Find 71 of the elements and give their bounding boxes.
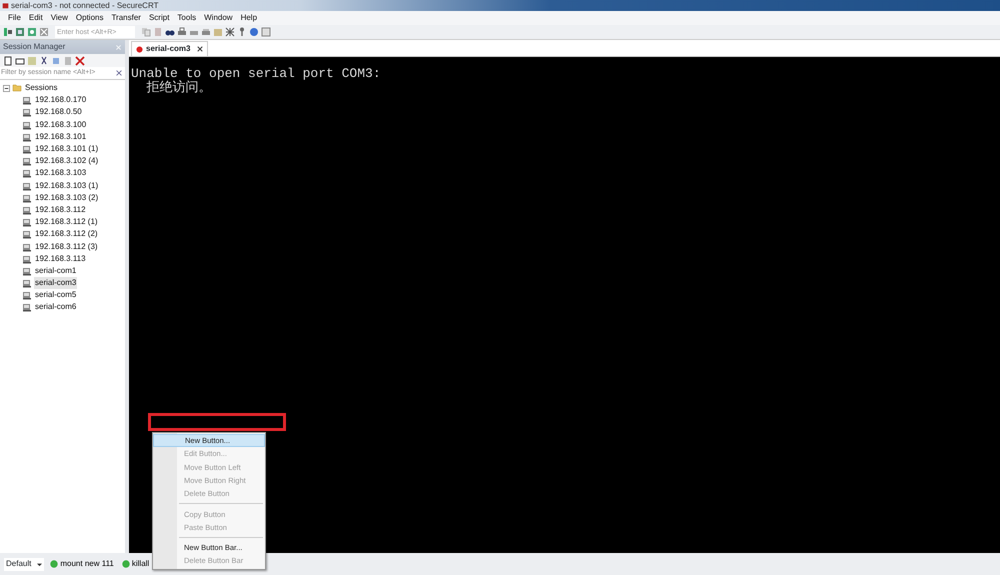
key-icon[interactable] bbox=[237, 27, 247, 37]
tree-item[interactable]: serial-com5 bbox=[34, 289, 78, 302]
terminal-icon bbox=[22, 302, 32, 312]
terminal-icon bbox=[22, 132, 32, 142]
terminal-icon bbox=[22, 204, 32, 215]
terminal-icon bbox=[22, 180, 32, 191]
help-icon[interactable] bbox=[249, 27, 259, 37]
tree-item[interactable]: 192.168.0.170 bbox=[34, 94, 88, 106]
tree-item[interactable]: 192.168.3.103 bbox=[34, 167, 88, 180]
clear-icon[interactable] bbox=[116, 70, 122, 76]
terminal-icon bbox=[22, 107, 32, 118]
tree-item[interactable]: 192.168.3.112 bbox=[34, 204, 87, 216]
tree-item[interactable]: 192.168.3.103 (2) bbox=[34, 192, 100, 204]
menu-item[interactable]: Tools bbox=[173, 12, 200, 24]
window-title: serial-com3 - not connected - SecureCRT bbox=[11, 2, 158, 10]
status-dot-icon bbox=[122, 560, 130, 568]
terminal-icon bbox=[22, 266, 32, 276]
tree-item[interactable]: 192.168.3.100 bbox=[34, 118, 88, 131]
tree-item[interactable]: serial-com3 bbox=[34, 277, 78, 290]
tree-item[interactable]: 192.168.3.101 bbox=[34, 130, 88, 143]
status-icon bbox=[136, 46, 143, 52]
terminal-icon bbox=[22, 254, 32, 264]
terminal-icon bbox=[22, 168, 32, 178]
terminal-line: 拒绝访问。 bbox=[146, 81, 213, 95]
terminal-icon bbox=[22, 144, 32, 154]
terminal-icon bbox=[22, 156, 32, 166]
menu-item[interactable]: Window bbox=[200, 12, 237, 24]
tree-item[interactable]: 192.168.3.112 (1) bbox=[34, 216, 99, 228]
tree-item[interactable]: 192.168.3.113 bbox=[34, 252, 87, 265]
expander-icon[interactable] bbox=[3, 84, 10, 92]
tree-item[interactable]: 192.168.3.103 (1) bbox=[34, 180, 100, 192]
menu-item[interactable]: View bbox=[46, 12, 72, 24]
terminal-icon bbox=[22, 242, 32, 252]
tree-item[interactable]: 192.168.3.112 (2) bbox=[34, 228, 99, 240]
button-bar-selector[interactable]: Default bbox=[4, 558, 44, 570]
caret-icon bbox=[37, 562, 42, 566]
grid-icon[interactable] bbox=[225, 27, 235, 37]
terminal-icon bbox=[22, 217, 32, 228]
tree-item[interactable]: serial-com1 bbox=[34, 264, 78, 277]
tab[interactable]: serial-com3 bbox=[131, 41, 208, 56]
tree-item[interactable]: Sessions bbox=[24, 82, 58, 94]
terminal-icon bbox=[22, 192, 32, 203]
tree-item[interactable]: serial-com6 bbox=[34, 301, 78, 314]
print-icon[interactable] bbox=[177, 27, 187, 37]
bar-button[interactable]: killall bbox=[120, 558, 152, 570]
tree-item[interactable]: 192.168.0.50 bbox=[34, 106, 83, 118]
menu-item[interactable]: Script bbox=[144, 12, 174, 24]
app-icon bbox=[2, 2, 9, 9]
terminal-icon bbox=[22, 120, 32, 130]
terminal-icon bbox=[22, 290, 32, 300]
status-dot-icon bbox=[50, 560, 58, 568]
close-icon[interactable] bbox=[197, 46, 204, 52]
disconnect-icon[interactable] bbox=[39, 27, 49, 37]
terminal-icon bbox=[22, 229, 32, 240]
tree-item[interactable]: 192.168.3.101 (1) bbox=[34, 143, 100, 156]
menu-item[interactable]: File bbox=[4, 12, 25, 24]
tab-label: serial-com3 bbox=[146, 43, 190, 55]
menu-item[interactable]: Edit bbox=[24, 12, 47, 24]
menu-item[interactable]: Options bbox=[72, 12, 108, 24]
menu-item[interactable]: Transfer bbox=[107, 12, 145, 24]
bar-button[interactable]: mount new 111 bbox=[48, 558, 116, 570]
panel-title: Session Manager bbox=[3, 41, 66, 53]
tree-item[interactable]: 192.168.3.112 (3) bbox=[34, 240, 99, 253]
terminal-icon bbox=[22, 95, 32, 106]
terminal-line: Unable to open serial port COM3: bbox=[131, 67, 382, 81]
printer-icon[interactable] bbox=[201, 27, 211, 37]
cut-icon[interactable] bbox=[39, 56, 49, 66]
delete-icon[interactable] bbox=[75, 56, 85, 66]
terminal-icon bbox=[22, 278, 32, 288]
tree-item[interactable]: 192.168.3.102 (4) bbox=[34, 155, 100, 168]
menu-item[interactable]: Help bbox=[236, 12, 262, 24]
